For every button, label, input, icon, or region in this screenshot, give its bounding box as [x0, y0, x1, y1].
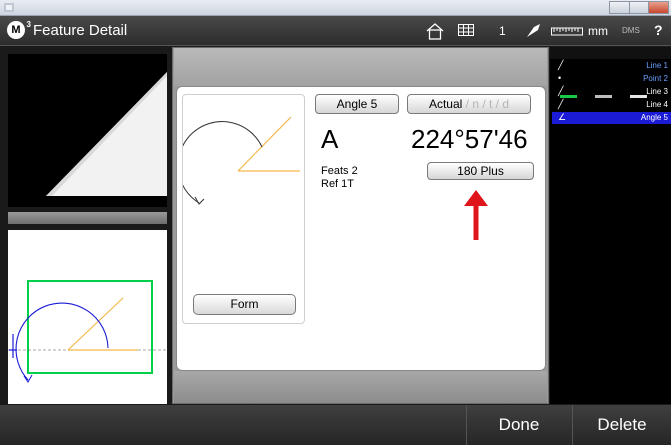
- app-logo-superscript: 3: [26, 20, 31, 29]
- mode-label: Actual: [428, 97, 463, 111]
- line-icon: ╱: [558, 86, 564, 96]
- feature-name-button[interactable]: Angle 5: [315, 94, 399, 114]
- help-icon[interactable]: ?: [654, 22, 663, 38]
- feature-list-label: Angle 5: [640, 113, 668, 122]
- cad-view[interactable]: [8, 230, 167, 404]
- app-window: M3 Feature Detail 1 mm DMS ? Form Angle …: [0, 0, 671, 445]
- feats-count: Feats 2: [321, 165, 358, 177]
- angle-quadrant-button[interactable]: 180 Plus: [427, 162, 534, 180]
- angle-diagram: [177, 116, 300, 205]
- app-logo-letter: M: [11, 24, 21, 36]
- feature-list-label: Line 3: [646, 87, 668, 96]
- reference-label: Ref 1T: [321, 178, 355, 190]
- table-icon[interactable]: [458, 24, 474, 36]
- video-view[interactable]: [8, 54, 167, 207]
- window-logo-icon: [4, 3, 14, 12]
- feature-list-label: Point 2: [643, 74, 668, 83]
- page-title: Feature Detail: [33, 22, 128, 39]
- done-button[interactable]: Done: [466, 405, 571, 445]
- window-controls: [609, 1, 670, 14]
- title-bar: M3 Feature Detail 1 mm DMS ?: [0, 16, 671, 46]
- angle-format[interactable]: DMS: [622, 26, 640, 35]
- mode-options: / n / t / d: [462, 97, 510, 111]
- form-button[interactable]: Form: [193, 294, 296, 315]
- detail-header: [174, 48, 547, 86]
- maximize-button[interactable]: [628, 1, 649, 14]
- ruler-icon[interactable]: [551, 26, 583, 36]
- feature-list-label: Line 4: [646, 100, 668, 109]
- point-icon: •: [558, 73, 562, 83]
- probe-icon[interactable]: [525, 22, 543, 39]
- angle-icon: ∠: [558, 112, 567, 122]
- count-value: 1: [499, 24, 506, 38]
- feature-list-item-selected[interactable]: ∠ Angle 5: [552, 112, 671, 124]
- line-icon: ╱: [558, 60, 564, 70]
- video-image: [8, 54, 167, 207]
- mode-button[interactable]: Actual / n / t / d: [407, 94, 531, 114]
- delete-button[interactable]: Delete: [572, 405, 671, 445]
- close-button[interactable]: [648, 1, 670, 14]
- feature-list-item[interactable]: ╱ Line 4: [552, 99, 671, 111]
- angle-value: 224°57'46: [411, 124, 528, 154]
- detail-footer: [174, 371, 547, 403]
- home-icon[interactable]: [425, 22, 445, 40]
- feature-list-item[interactable]: ╱ Line 3: [552, 86, 671, 98]
- feature-list-item[interactable]: • Point 2: [552, 73, 671, 85]
- panel-splitter[interactable]: [8, 212, 167, 224]
- feature-list-label: Line 1: [646, 61, 668, 70]
- red-arrow-icon: [464, 190, 488, 240]
- app-logo: M3: [7, 20, 31, 39]
- feature-diagram: [177, 94, 305, 324]
- feature-list-item[interactable]: ╱ Line 1: [552, 60, 671, 72]
- units-value[interactable]: mm: [588, 24, 608, 38]
- cad-drawing: [8, 280, 166, 383]
- minimize-button[interactable]: [609, 1, 629, 14]
- line-icon: ╱: [558, 99, 564, 109]
- feature-list-header: [550, 47, 671, 98]
- feature-letter: A: [321, 124, 339, 154]
- window-chrome: [0, 0, 671, 16]
